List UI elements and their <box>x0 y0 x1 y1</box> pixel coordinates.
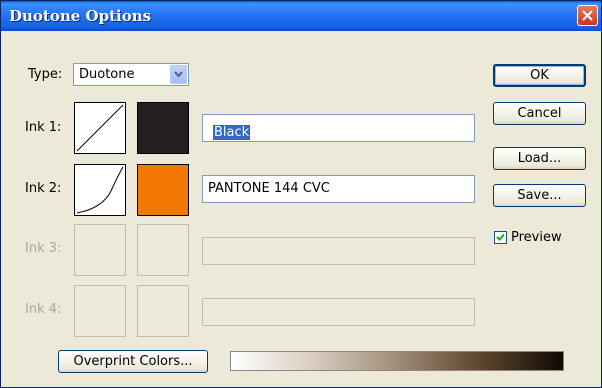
ink-1-name-field[interactable]: Black <box>202 114 475 142</box>
ink-1-name-text: Black <box>213 125 251 140</box>
type-select-value: Duotone <box>79 67 135 82</box>
title-bar[interactable]: Duotone Options <box>1 1 601 31</box>
duotone-curve-icon <box>76 166 124 214</box>
duotone-gradient-ramp <box>230 351 564 371</box>
preview-label[interactable]: Preview <box>511 230 562 245</box>
overprint-colors-button[interactable]: Overprint Colors... <box>58 350 208 373</box>
load-button[interactable]: Load... <box>493 147 586 170</box>
ink-3-color-swatch <box>137 224 189 276</box>
ink-4-label: Ink 4: <box>25 302 62 317</box>
save-button[interactable]: Save... <box>493 184 586 207</box>
type-label: Type: <box>28 67 63 82</box>
chevron-down-icon[interactable] <box>170 65 187 84</box>
close-icon <box>582 10 593 21</box>
ink-1-label: Ink 1: <box>25 120 62 135</box>
dialog-title: Duotone Options <box>9 7 152 25</box>
ink-2-color-swatch[interactable] <box>137 164 189 216</box>
ink-4-color-swatch <box>137 285 189 337</box>
ok-button[interactable]: OK <box>493 64 586 87</box>
checkmark-icon <box>496 233 505 241</box>
ink-3-name-field <box>202 237 475 265</box>
ink-3-curve <box>74 224 126 276</box>
duotone-options-dialog: Duotone Options Type: Duotone Ink 1: Bla… <box>0 0 602 388</box>
ink-2-name-field[interactable]: PANTONE 144 CVC <box>202 175 475 203</box>
close-button[interactable] <box>577 5 598 26</box>
ink-2-name-text: PANTONE 144 CVC <box>208 181 330 196</box>
cancel-button[interactable]: Cancel <box>493 102 586 125</box>
ink-2-label: Ink 2: <box>25 181 62 196</box>
linear-curve-icon <box>76 104 124 152</box>
preview-checkbox[interactable] <box>494 231 507 244</box>
ink-3-label: Ink 3: <box>25 241 62 256</box>
ink-2-curve[interactable] <box>74 164 126 216</box>
ink-4-curve <box>74 285 126 337</box>
type-select[interactable]: Duotone <box>73 63 189 86</box>
ink-4-name-field <box>202 298 475 326</box>
ink-1-curve[interactable] <box>74 102 126 154</box>
ink-1-color-swatch[interactable] <box>137 102 189 154</box>
